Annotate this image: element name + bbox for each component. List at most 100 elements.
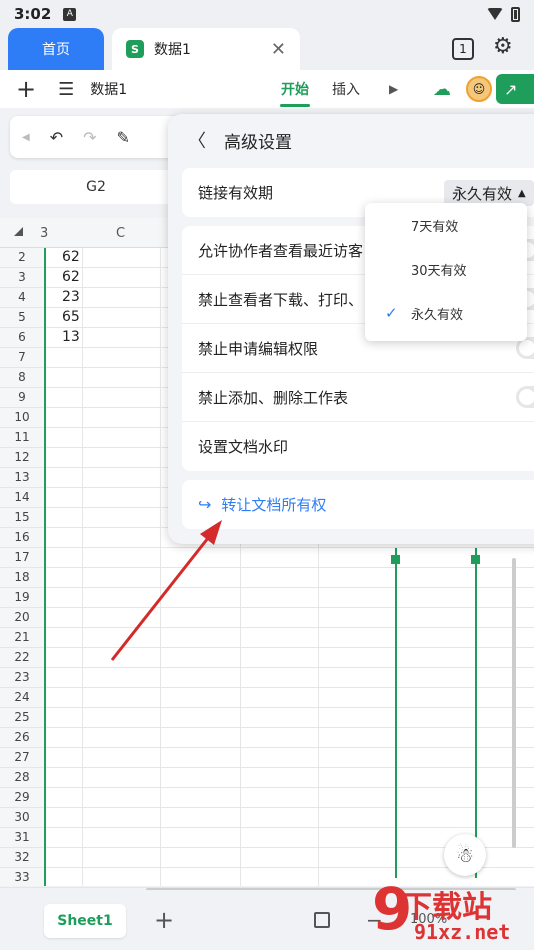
- select-all-corner-icon[interactable]: [14, 227, 23, 236]
- selection-handle[interactable]: [471, 555, 480, 564]
- row-number[interactable]: 18: [0, 570, 44, 584]
- assistant-icon[interactable]: ☃: [444, 834, 486, 876]
- format-painter-icon[interactable]: ✎: [117, 128, 130, 147]
- row-number[interactable]: 6: [0, 330, 44, 344]
- chevron-up-icon: ▲: [518, 187, 526, 199]
- row-number[interactable]: 28: [0, 770, 44, 784]
- collapse-left-icon[interactable]: ◀: [22, 132, 30, 143]
- selection-border-right: [475, 548, 477, 878]
- row-number[interactable]: 9: [0, 390, 44, 404]
- row-number[interactable]: 20: [0, 610, 44, 624]
- cell-value[interactable]: 65: [62, 309, 80, 325]
- status-bar: 3:02 A: [0, 0, 534, 28]
- table-row: 28: [0, 768, 534, 788]
- row-number[interactable]: 25: [0, 710, 44, 724]
- row-number[interactable]: 7: [0, 350, 44, 364]
- table-row: 29: [0, 788, 534, 808]
- setting-row: 禁止添加、删除工作表: [182, 373, 534, 422]
- gear-icon[interactable]: ⚙: [493, 34, 513, 59]
- row-number[interactable]: 12: [0, 450, 44, 464]
- transfer-card: ↪ 转让文档所有权 ›: [182, 480, 534, 529]
- share-button[interactable]: ↗: [496, 74, 534, 104]
- tab-insert[interactable]: 插入: [332, 79, 360, 99]
- row-number[interactable]: 8: [0, 370, 44, 384]
- tab-home[interactable]: 首页: [8, 28, 104, 70]
- setting-label: 设置文档水印: [198, 438, 289, 456]
- panel-title: 高级设置: [224, 132, 292, 153]
- column-header-b[interactable]: 3: [40, 226, 48, 241]
- notification-icon: A: [63, 7, 77, 21]
- table-row: 26: [0, 728, 534, 748]
- row-number[interactable]: 16: [0, 530, 44, 544]
- vertical-scrollbar[interactable]: [512, 558, 516, 848]
- transfer-ownership-row[interactable]: ↪ 转让文档所有权 ›: [182, 480, 534, 529]
- selection-border-left: [44, 248, 46, 886]
- undo-icon[interactable]: ↶: [50, 128, 63, 147]
- row-number[interactable]: 27: [0, 750, 44, 764]
- add-icon[interactable]: +: [16, 75, 36, 103]
- row-number[interactable]: 22: [0, 650, 44, 664]
- row-number[interactable]: 19: [0, 590, 44, 604]
- setting-label: 禁止申请编辑权限: [198, 339, 319, 358]
- setting-label: 禁止查看者下载、打印、: [198, 290, 364, 309]
- battery-icon: [511, 6, 520, 22]
- row-number[interactable]: 33: [0, 870, 44, 884]
- row-number[interactable]: 30: [0, 810, 44, 824]
- row-number[interactable]: 29: [0, 790, 44, 804]
- document-name[interactable]: 数据1: [90, 79, 127, 99]
- row-number[interactable]: 21: [0, 630, 44, 644]
- cloud-sync-icon[interactable]: ☁: [433, 79, 451, 100]
- row-number[interactable]: 10: [0, 410, 44, 424]
- row-number[interactable]: 4: [0, 290, 44, 304]
- close-icon[interactable]: ✕: [271, 39, 286, 60]
- back-icon[interactable]: 〈: [188, 127, 206, 153]
- table-row: 17: [0, 548, 534, 568]
- redo-icon[interactable]: ↷: [83, 128, 96, 147]
- selection-handle[interactable]: [391, 555, 400, 564]
- row-number[interactable]: 11: [0, 430, 44, 444]
- avatar[interactable]: ☺: [466, 76, 492, 102]
- sheet-tab[interactable]: Sheet1: [44, 904, 126, 938]
- row-number[interactable]: 5: [0, 310, 44, 324]
- watermark-setting-row[interactable]: 设置文档水印 ›: [182, 422, 534, 471]
- cell-value[interactable]: 13: [62, 329, 80, 345]
- row-number[interactable]: 3: [0, 270, 44, 284]
- site-watermark-logo: 9 下载站 91xz.net: [372, 875, 511, 944]
- tab-document[interactable]: S 数据1 ✕: [112, 28, 300, 70]
- panel-header: 〈 高级设置: [168, 114, 534, 166]
- tab-bar: 首页 S 数据1 ✕ 1 ⚙: [0, 28, 534, 70]
- add-sheet-icon[interactable]: +: [154, 906, 174, 934]
- tab-active-indicator: [280, 104, 310, 107]
- menu-icon[interactable]: ☰: [58, 79, 74, 100]
- row-number[interactable]: 23: [0, 670, 44, 684]
- tab-count-icon[interactable]: 1: [452, 38, 474, 60]
- transfer-ownership-label: 转让文档所有权: [221, 496, 327, 514]
- dropdown-option[interactable]: 30天有效: [365, 247, 527, 291]
- row-number[interactable]: 24: [0, 690, 44, 704]
- table-row: 23: [0, 668, 534, 688]
- table-row: 18: [0, 568, 534, 588]
- dropdown-option-selected[interactable]: ✓ 永久有效: [365, 291, 527, 335]
- tab-start[interactable]: 开始: [281, 79, 309, 99]
- cell-reference-box[interactable]: G2: [10, 170, 182, 204]
- toggle-switch[interactable]: [516, 386, 534, 408]
- status-time: 3:02: [14, 5, 52, 23]
- play-arrow-icon[interactable]: ▶: [389, 82, 398, 96]
- share-arrow-icon: ↪: [198, 495, 212, 514]
- row-number[interactable]: 26: [0, 730, 44, 744]
- tab-document-label: 数据1: [154, 42, 191, 58]
- row-number[interactable]: 2: [0, 250, 44, 264]
- row-number[interactable]: 15: [0, 510, 44, 524]
- row-number[interactable]: 14: [0, 490, 44, 504]
- cell-value[interactable]: 62: [62, 249, 80, 265]
- row-number[interactable]: 31: [0, 830, 44, 844]
- row-number[interactable]: 32: [0, 850, 44, 864]
- layout-icon[interactable]: [314, 912, 330, 928]
- row-number[interactable]: 13: [0, 470, 44, 484]
- cell-value[interactable]: 62: [62, 269, 80, 285]
- dropdown-option[interactable]: 7天有效: [365, 203, 527, 247]
- cell-value[interactable]: 23: [62, 289, 80, 305]
- column-header-c[interactable]: C: [116, 226, 125, 241]
- link-expiry-value: 永久有效: [452, 184, 513, 203]
- row-number[interactable]: 17: [0, 550, 44, 564]
